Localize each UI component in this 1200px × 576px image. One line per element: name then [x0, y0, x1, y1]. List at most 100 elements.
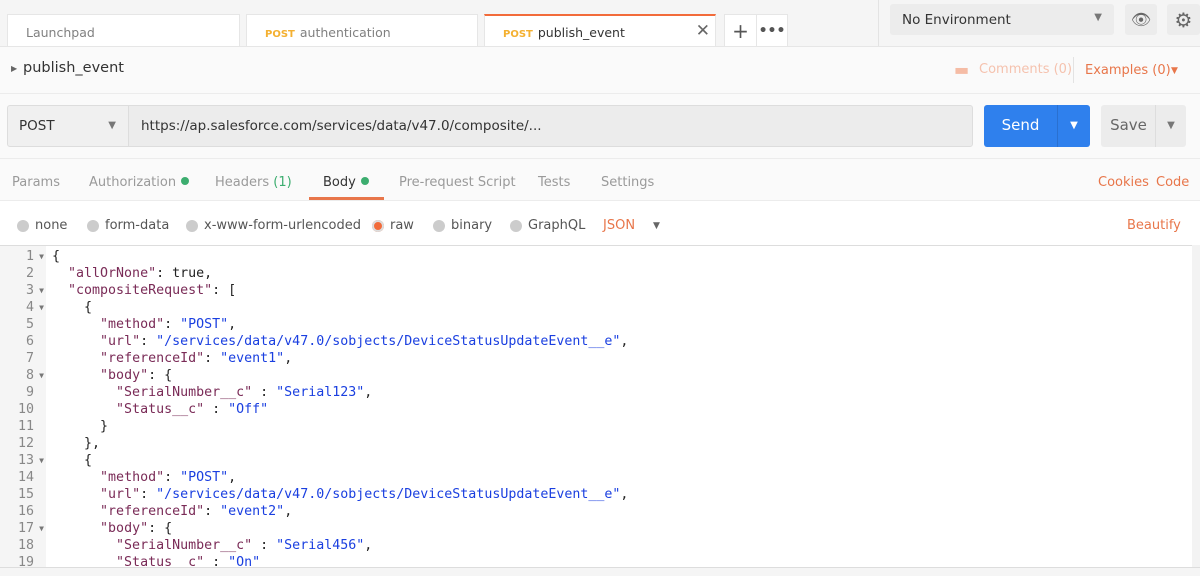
code-line: "url": "/services/data/v47.0/sobjects/De… — [52, 486, 628, 503]
fold-toggle-icon[interactable]: ▼ — [39, 452, 44, 469]
line-number-text: 13 — [17, 453, 34, 468]
code-token: , — [620, 334, 629, 349]
close-tab-icon[interactable]: ✕ — [696, 21, 710, 41]
radio-none[interactable]: none — [17, 218, 67, 233]
line-number-text: 3 — [25, 283, 34, 298]
chevron-down-icon: ▼ — [108, 120, 116, 131]
code-token: { — [52, 249, 61, 264]
radio-icon — [510, 219, 522, 232]
tab-body[interactable]: Body — [323, 175, 369, 190]
radio-raw[interactable]: raw — [372, 218, 414, 233]
tab-tests[interactable]: Tests — [538, 175, 570, 190]
line-number-gutter: 1 ▼ 2 3 ▼ 4 ▼ 5 6 7 8 ▼ 9 10 11 12 13 ▼ 14 15 16 17 ▼ 18 19 — [0, 246, 46, 567]
line-number: 7 — [0, 350, 46, 367]
radio-x-www-form-urlencoded[interactable]: x-www-form-urlencoded — [186, 218, 361, 233]
line-number-text: 14 — [17, 470, 34, 485]
gear-icon: ⚙ — [1174, 7, 1193, 32]
json-key: "url" — [100, 487, 141, 502]
fold-toggle-icon[interactable]: ▼ — [39, 299, 44, 316]
send-button[interactable]: Send — [984, 105, 1057, 147]
ellipsis-icon: ••• — [758, 22, 786, 39]
json-string: "POST" — [180, 317, 229, 332]
code-token: , — [620, 487, 629, 502]
fold-toggle-icon[interactable]: ▼ — [39, 367, 44, 384]
comments-button[interactable]: Comments (0) — [979, 62, 1072, 77]
line-number: 8 ▼ — [0, 367, 46, 384]
divider — [1073, 57, 1074, 83]
code-link[interactable]: Code — [1156, 175, 1189, 190]
json-key: "method" — [100, 317, 165, 332]
editor-scrollbar[interactable] — [1192, 245, 1200, 567]
code-token: : — [252, 385, 277, 400]
tab-settings[interactable]: Settings — [601, 175, 654, 190]
radio-binary[interactable]: binary — [433, 218, 492, 233]
tab-label: authentication — [299, 25, 391, 40]
radio-form-data[interactable]: form-data — [87, 218, 169, 233]
code-line: "allOrNone": true, — [52, 265, 212, 282]
send-options-button[interactable]: ▼ — [1057, 105, 1090, 147]
more-tabs-button[interactable]: ••• — [756, 14, 788, 47]
radio-label: GraphQL — [528, 218, 586, 233]
environment-select[interactable]: No Environment ▼ — [890, 4, 1114, 35]
code-editor[interactable]: 1 ▼ 2 3 ▼ 4 ▼ 5 6 7 8 ▼ 9 10 11 12 13 ▼ 14 15 16 17 ▼ 18 19{ "al… — [0, 245, 1192, 567]
divider — [0, 158, 1200, 159]
tab-headers[interactable]: Headers (1) — [215, 175, 292, 190]
new-tab-button[interactable]: + — [724, 14, 757, 47]
line-number: 1 ▼ — [0, 248, 46, 265]
tab-authentication[interactable]: POST authentication — [246, 14, 478, 47]
code-line: } — [52, 418, 108, 435]
json-string: "event2" — [220, 504, 285, 519]
line-number-text: 9 — [25, 385, 34, 400]
settings-button[interactable]: ⚙ — [1167, 4, 1200, 35]
chevron-down-icon: ▼ — [1171, 66, 1178, 76]
json-string: "On" — [228, 555, 261, 567]
line-number: 13 ▼ — [0, 452, 46, 469]
beautify-link[interactable]: Beautify — [1127, 218, 1181, 233]
code-token: : — [164, 470, 181, 485]
fold-toggle-icon[interactable]: ▼ — [39, 248, 44, 265]
format-select[interactable]: JSON ▼ — [603, 218, 660, 233]
cookies-link[interactable]: Cookies — [1098, 175, 1149, 190]
fold-toggle-icon[interactable]: ▼ — [39, 282, 44, 299]
body-type-bar — [0, 201, 1200, 245]
code-token: : — [164, 317, 181, 332]
tab-publish-event[interactable]: POST publish_event ✕ — [484, 14, 716, 47]
line-number-text: 12 — [17, 436, 34, 451]
line-number: 19 — [0, 554, 46, 567]
chevron-down-icon: ▼ — [653, 220, 660, 231]
code-token: : — [204, 555, 229, 567]
radio-icon — [87, 219, 99, 232]
method-label: POST — [19, 118, 55, 134]
json-key: "compositeRequest" — [68, 283, 213, 298]
tab-launchpad[interactable]: Launchpad — [7, 14, 240, 47]
code-token: , — [228, 317, 237, 332]
code-line: "body": { — [52, 520, 172, 537]
tab-authorization[interactable]: Authorization — [89, 175, 190, 190]
chevron-down-icon: ▼ — [1094, 12, 1102, 23]
code-token: : — [140, 334, 157, 349]
code-token: , — [364, 385, 373, 400]
divider — [0, 93, 1200, 94]
environment-quick-look-button[interactable]: 👁 — [1125, 4, 1157, 35]
tab-pre-request-script[interactable]: Pre-request Script — [399, 175, 516, 190]
examples-button[interactable]: Examples (0) — [1085, 63, 1171, 78]
fold-toggle-icon[interactable]: ▼ — [39, 520, 44, 537]
line-number: 18 — [0, 537, 46, 554]
url-input[interactable]: https://ap.salesforce.com/services/data/… — [128, 105, 973, 147]
caret-right-icon[interactable]: ▶ — [11, 64, 17, 73]
tab-params[interactable]: Params — [12, 175, 60, 190]
method-select[interactable]: POST ▼ — [7, 105, 129, 147]
radio-graphql[interactable]: GraphQL — [510, 218, 585, 233]
code-token: } — [52, 419, 109, 434]
save-options-button[interactable]: ▼ — [1155, 105, 1186, 147]
code-line: { — [52, 452, 92, 469]
radio-label: x-www-form-urlencoded — [204, 218, 362, 233]
save-button[interactable]: Save — [1101, 105, 1156, 147]
tab-label: Headers — [215, 175, 270, 190]
